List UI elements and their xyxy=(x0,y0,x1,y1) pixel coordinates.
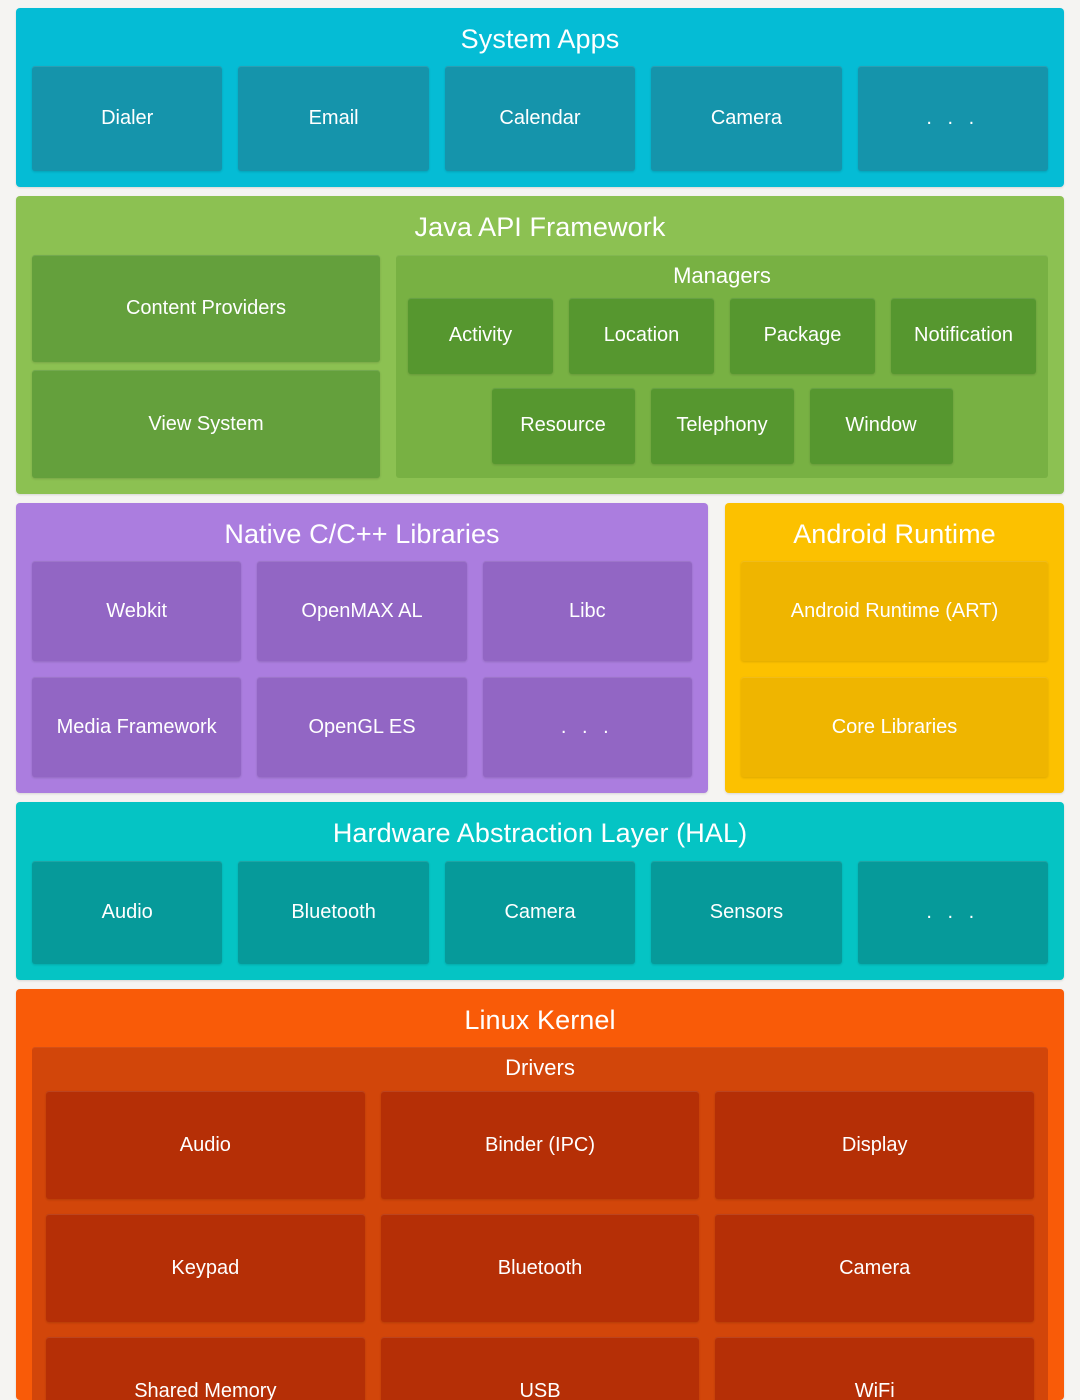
chip-driver-audio[interactable]: Audio xyxy=(46,1091,365,1200)
chip-notification-manager[interactable]: Notification xyxy=(891,297,1036,374)
chip-email[interactable]: Email xyxy=(238,66,429,172)
layer-native-libraries: Native C/C++ Libraries Webkit OpenMAX AL… xyxy=(16,502,708,794)
chip-more-native-libraries[interactable]: . . . xyxy=(482,677,692,778)
chip-driver-display[interactable]: Display xyxy=(715,1091,1035,1200)
system-apps-chip-row: Dialer Email Calendar Camera . . . xyxy=(32,66,1049,172)
chip-driver-keypad[interactable]: Keypad xyxy=(46,1214,365,1323)
native-libraries-row-2: Media Framework OpenGL ES . . . xyxy=(32,677,692,778)
layer-title-hal: Hardware Abstraction Layer (HAL) xyxy=(332,818,748,849)
hal-chip-row: Audio Bluetooth Camera Sensors . . . xyxy=(32,860,1049,964)
drivers-row-3: Shared Memory USB WiFi xyxy=(46,1337,1035,1400)
chip-core-libraries[interactable]: Core Libraries xyxy=(741,677,1048,778)
chip-camera[interactable]: Camera xyxy=(651,66,842,172)
chip-driver-shared-memory[interactable]: Shared Memory xyxy=(46,1337,365,1400)
chip-resource-manager[interactable]: Resource xyxy=(491,387,635,464)
chip-telephony-manager[interactable]: Telephony xyxy=(650,387,794,464)
chip-window-manager[interactable]: Window xyxy=(809,387,953,464)
drivers-row-1: Audio Binder (IPC) Display xyxy=(46,1091,1035,1200)
chip-android-runtime-art[interactable]: Android Runtime (ART) xyxy=(741,561,1048,662)
chip-activity-manager[interactable]: Activity xyxy=(408,297,553,374)
chip-package-manager[interactable]: Package xyxy=(730,297,875,374)
native-and-runtime-row: Native C/C++ Libraries Webkit OpenMAX AL… xyxy=(16,502,1064,794)
layer-hardware-abstraction-layer: Hardware Abstraction Layer (HAL) Audio B… xyxy=(16,802,1064,980)
chip-driver-camera[interactable]: Camera xyxy=(715,1214,1035,1323)
chip-media-framework[interactable]: Media Framework xyxy=(32,677,242,778)
chip-libc[interactable]: Libc xyxy=(482,561,692,662)
framework-body: Content Providers View System Managers A… xyxy=(32,254,1048,478)
layer-system-apps: System Apps Dialer Email Calendar Camera… xyxy=(16,8,1064,188)
layer-title-android-runtime: Android Runtime xyxy=(793,518,996,549)
drivers-title: Drivers xyxy=(505,1055,575,1081)
layer-android-runtime: Android Runtime Android Runtime (ART) Co… xyxy=(725,502,1064,794)
chip-webkit[interactable]: Webkit xyxy=(32,561,242,662)
layer-java-api-framework: Java API Framework Content Providers Vie… xyxy=(16,196,1064,494)
native-libraries-row-1: Webkit OpenMAX AL Libc xyxy=(32,561,692,662)
managers-row-1: Activity Location Package Notification xyxy=(408,297,1036,374)
layer-title-java-api-framework: Java API Framework xyxy=(414,212,666,243)
managers-group: Managers Activity Location Package Notif… xyxy=(396,254,1048,478)
drivers-row-2: Keypad Bluetooth Camera xyxy=(46,1214,1035,1323)
layer-title-native-libraries: Native C/C++ Libraries xyxy=(224,518,500,549)
chip-location-manager[interactable]: Location xyxy=(569,297,714,374)
chip-content-providers[interactable]: Content Providers xyxy=(32,254,380,363)
framework-left-column: Content Providers View System xyxy=(32,254,380,478)
chip-hal-bluetooth[interactable]: Bluetooth xyxy=(238,860,429,964)
chip-driver-wifi[interactable]: WiFi xyxy=(715,1337,1035,1400)
chip-hal-sensors[interactable]: Sensors xyxy=(651,860,842,964)
layer-linux-kernel: Linux Kernel Drivers Audio Binder (IPC) … xyxy=(16,988,1064,1400)
chip-openmax-al[interactable]: OpenMAX AL xyxy=(257,561,467,662)
chip-hal-camera[interactable]: Camera xyxy=(444,860,636,964)
chip-view-system[interactable]: View System xyxy=(32,370,380,478)
chip-driver-binder-ipc[interactable]: Binder (IPC) xyxy=(380,1091,700,1200)
drivers-group: Drivers Audio Binder (IPC) Display Keypa… xyxy=(32,1047,1048,1400)
chip-driver-usb[interactable]: USB xyxy=(380,1337,700,1400)
layer-title-system-apps: System Apps xyxy=(460,24,620,54)
chip-dialer[interactable]: Dialer xyxy=(32,66,223,172)
architecture-diagram: System Apps Dialer Email Calendar Camera… xyxy=(0,0,1080,1400)
chip-calendar[interactable]: Calendar xyxy=(444,66,636,172)
chip-more-apps[interactable]: . . . xyxy=(857,66,1049,172)
managers-row-2: Resource Telephony Window xyxy=(408,387,1036,464)
managers-title: Managers xyxy=(673,262,771,288)
layer-title-linux-kernel: Linux Kernel xyxy=(464,1004,616,1035)
chip-opengl-es[interactable]: OpenGL ES xyxy=(257,677,467,778)
chip-more-hal[interactable]: . . . xyxy=(857,860,1049,964)
chip-hal-audio[interactable]: Audio xyxy=(32,860,223,964)
chip-driver-bluetooth[interactable]: Bluetooth xyxy=(380,1214,700,1323)
